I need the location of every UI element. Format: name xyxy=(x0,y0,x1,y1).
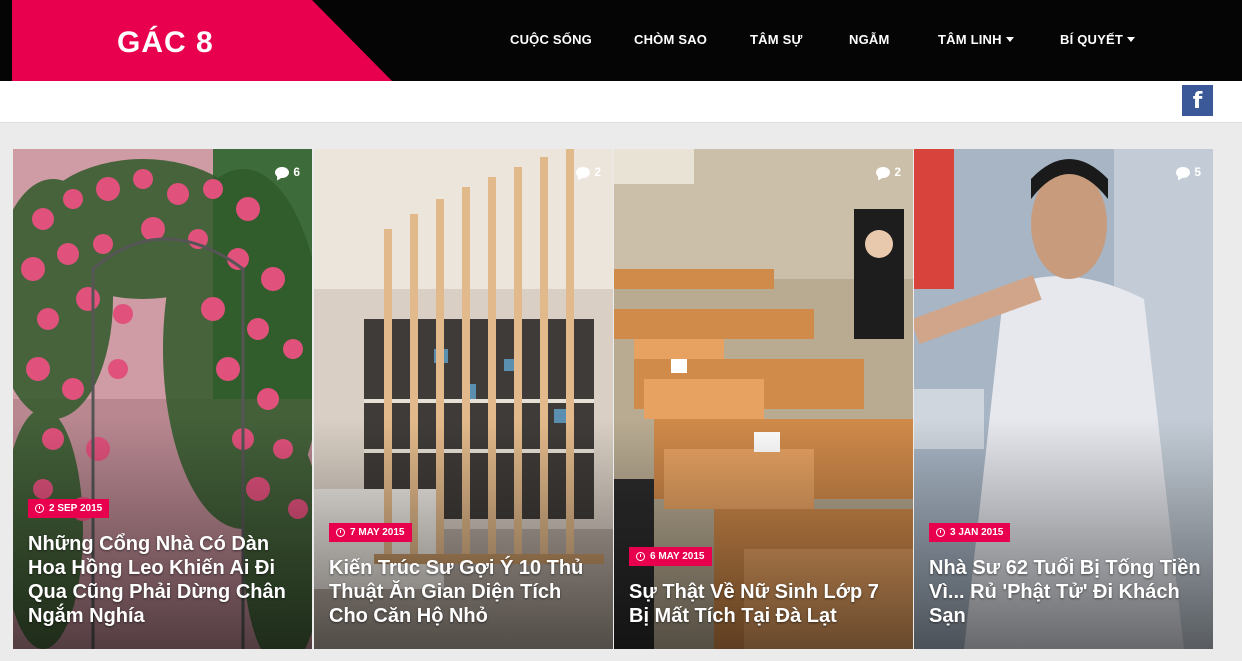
post-title[interactable]: Sự Thật Về Nữ Sinh Lớp 7 Bị Mất Tích Tại… xyxy=(629,580,904,628)
clock-icon xyxy=(35,504,44,513)
comment-icon xyxy=(876,166,891,178)
nav-item-bi-quyet-label: BÍ QUYẾT xyxy=(1060,32,1123,47)
post-title[interactable]: Những Cổng Nhà Có Dàn Hoa Hồng Leo Khiến… xyxy=(28,532,303,628)
nav-item-tam-linh-label: TÂM LINH xyxy=(938,32,1002,47)
nav-item-cuoc-song[interactable]: CUỘC SỐNG xyxy=(510,32,592,47)
post-date: 2 SEP 2015 xyxy=(49,503,103,514)
comment-icon xyxy=(576,166,591,178)
post-date-badge: 6 MAY 2015 xyxy=(629,547,712,566)
clock-icon xyxy=(636,552,645,561)
comment-count[interactable]: 2 xyxy=(576,165,601,179)
sub-header-bar xyxy=(0,81,1242,123)
comment-count-value: 2 xyxy=(894,165,901,179)
comment-icon xyxy=(1176,166,1191,178)
comment-count[interactable]: 6 xyxy=(275,165,300,179)
comment-count[interactable]: 2 xyxy=(876,165,901,179)
post-date-badge: 7 MAY 2015 xyxy=(329,523,412,542)
nav-item-chom-sao[interactable]: CHÒM SAO xyxy=(634,32,707,47)
top-header: GÁC 8 CUỘC SỐNG CHÒM SAO TÂM SỰ NGẪM TÂM… xyxy=(0,0,1242,81)
post-title[interactable]: Nhà Sư 62 Tuổi Bị Tống Tiền Vì... Rủ 'Ph… xyxy=(929,556,1204,628)
nav-item-tam-linh[interactable]: TÂM LINH xyxy=(938,32,1014,47)
comment-count-value: 6 xyxy=(293,165,300,179)
comment-count-value: 5 xyxy=(1194,165,1201,179)
nav-item-tam-su[interactable]: TÂM SỰ xyxy=(750,32,802,47)
post-card[interactable]: 2 7 MAY 2015 Kiến Trúc Sư Gợi Ý 10 Thủ T… xyxy=(314,149,613,649)
post-date-badge: 3 JAN 2015 xyxy=(929,523,1011,542)
post-date: 6 MAY 2015 xyxy=(650,551,705,562)
post-date: 7 MAY 2015 xyxy=(350,527,405,538)
comment-count-value: 2 xyxy=(594,165,601,179)
comment-count[interactable]: 5 xyxy=(1176,165,1201,179)
clock-icon xyxy=(936,528,945,537)
caret-down-icon xyxy=(1005,37,1014,43)
post-card[interactable]: 6 2 SEP 2015 Những Cổng Nhà Có Dàn Hoa H… xyxy=(13,149,312,649)
clock-icon xyxy=(336,528,345,537)
site-logo[interactable]: GÁC 8 xyxy=(117,26,214,60)
facebook-icon[interactable]: f xyxy=(1182,85,1213,116)
post-date-badge: 2 SEP 2015 xyxy=(28,499,110,518)
nav-item-bi-quyet[interactable]: BÍ QUYẾT xyxy=(1060,32,1135,47)
caret-down-icon xyxy=(1127,37,1135,43)
post-card[interactable]: 5 3 JAN 2015 Nhà Sư 62 Tuổi Bị Tống Tiền… xyxy=(914,149,1213,649)
post-title[interactable]: Kiến Trúc Sư Gợi Ý 10 Thủ Thuật Ăn Gian … xyxy=(329,556,604,628)
nav-item-ngam[interactable]: NGẪM xyxy=(849,32,890,47)
post-date: 3 JAN 2015 xyxy=(950,527,1004,538)
post-card[interactable]: 2 6 MAY 2015 Sự Thật Về Nữ Sinh Lớp 7 Bị… xyxy=(614,149,913,649)
logo-block[interactable]: GÁC 8 xyxy=(12,0,392,81)
comment-icon xyxy=(275,166,290,178)
